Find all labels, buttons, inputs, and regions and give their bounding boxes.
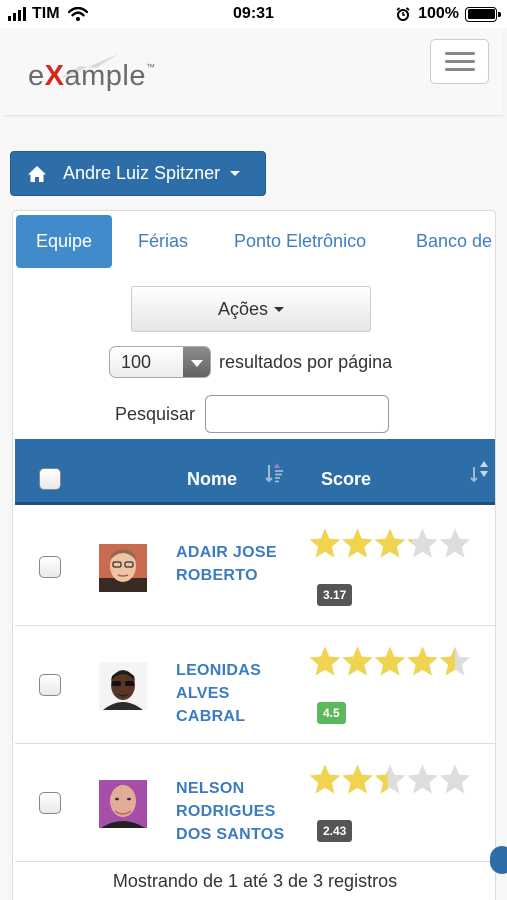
select-arrow-icon: [183, 347, 210, 377]
battery-percent: 100%: [418, 5, 459, 22]
star-filled-icon: [374, 528, 406, 558]
column-header-name[interactable]: Nome: [187, 469, 237, 490]
star-empty-icon: [439, 528, 471, 558]
employee-name-link[interactable]: NELSON RODRIGUES DOS SANTOS: [176, 777, 301, 846]
search-label: Pesquisar: [115, 403, 196, 424]
user-dropdown-button[interactable]: Andre Luiz Spitzner: [10, 151, 266, 196]
status-left: TIM: [8, 5, 88, 23]
star-filled-icon: [342, 646, 373, 676]
row-checkbox[interactable]: [39, 792, 61, 814]
score-badge: 2.43: [317, 820, 353, 842]
search-control: Pesquisar: [115, 395, 390, 433]
home-icon: [28, 165, 46, 182]
tab-equipe[interactable]: Equipe: [16, 215, 113, 268]
star-rating: [309, 764, 471, 794]
star-filled-icon: [309, 528, 341, 558]
star-filled-icon: [309, 646, 341, 676]
star-rating: [309, 528, 471, 558]
star-filled-icon: [374, 646, 406, 676]
search-input[interactable]: [205, 395, 390, 433]
sort-alpha-asc-icon[interactable]: [264, 461, 286, 485]
tab-ferias[interactable]: Férias: [138, 215, 188, 268]
star-filled-icon: [342, 764, 373, 794]
avatar: [99, 544, 147, 592]
select-all-checkbox[interactable]: [39, 468, 61, 490]
carrier-label: TIM: [32, 5, 60, 22]
star-filled-icon: [407, 646, 438, 676]
signal-icon: [8, 7, 26, 21]
employee-name-link[interactable]: ADAIR JOSE ROBERTO: [176, 541, 301, 587]
table-row: LEONIDAS ALVES CABRAL 4.5: [15, 626, 495, 744]
actions-button[interactable]: Ações: [131, 286, 371, 332]
page-length-value: 100: [121, 352, 152, 372]
table-info: Mostrando de 1 até 3 de 3 registros: [112, 871, 398, 891]
avatar: [99, 780, 147, 828]
row-checkbox[interactable]: [39, 674, 61, 696]
row-checkbox[interactable]: [39, 556, 61, 578]
star-rating: [309, 646, 471, 676]
tab-bar: Equipe Férias Ponto Eletrônico Banco de: [16, 215, 494, 269]
score-badge: 3.17: [317, 584, 353, 606]
hamburger-icon: [444, 52, 475, 55]
navbar: eXample™: [4, 28, 503, 116]
chevron-down-icon: [274, 306, 285, 312]
battery-icon: [465, 6, 501, 22]
main-panel: Equipe Férias Ponto Eletrônico Banco de …: [12, 210, 496, 900]
avatar: [99, 662, 147, 710]
chevron-down-icon: [230, 171, 241, 176]
alarm-icon: [396, 7, 410, 21]
score-badge: 4.5: [317, 702, 346, 724]
wifi-icon: [67, 7, 88, 21]
column-header-score[interactable]: Score: [321, 469, 371, 490]
star-empty-icon: [407, 764, 438, 794]
table-row: ADAIR JOSE ROBERTO 3.17: [15, 508, 495, 626]
user-name: Andre Luiz Spitzner: [63, 163, 221, 183]
page-length-control: 100 resultados por página: [109, 346, 392, 378]
tab-banco[interactable]: Banco de: [416, 215, 492, 268]
status-right: 100%: [396, 5, 501, 23]
floating-action-button[interactable]: [490, 846, 507, 874]
hamburger-menu-button[interactable]: [430, 39, 489, 84]
tab-ponto-eletronico[interactable]: Ponto Eletrônico: [234, 215, 366, 268]
star-filled-icon: [309, 764, 341, 794]
logo-text: eXample™: [28, 60, 156, 92]
table-header: Nome Score: [15, 439, 495, 505]
sort-both-icon[interactable]: [469, 459, 491, 483]
star-filled-icon: [342, 528, 373, 558]
employee-name-link[interactable]: LEONIDAS ALVES CABRAL: [176, 659, 301, 728]
status-bar: TIM 09:31 100%: [0, 0, 507, 28]
actions-label: Ações: [217, 298, 269, 319]
page-length-label: resultados por página: [219, 351, 393, 372]
star-empty-icon: [439, 764, 471, 794]
page-length-select[interactable]: 100: [109, 346, 211, 378]
table-row: NELSON RODRIGUES DOS SANTOS 2.43: [15, 744, 495, 862]
